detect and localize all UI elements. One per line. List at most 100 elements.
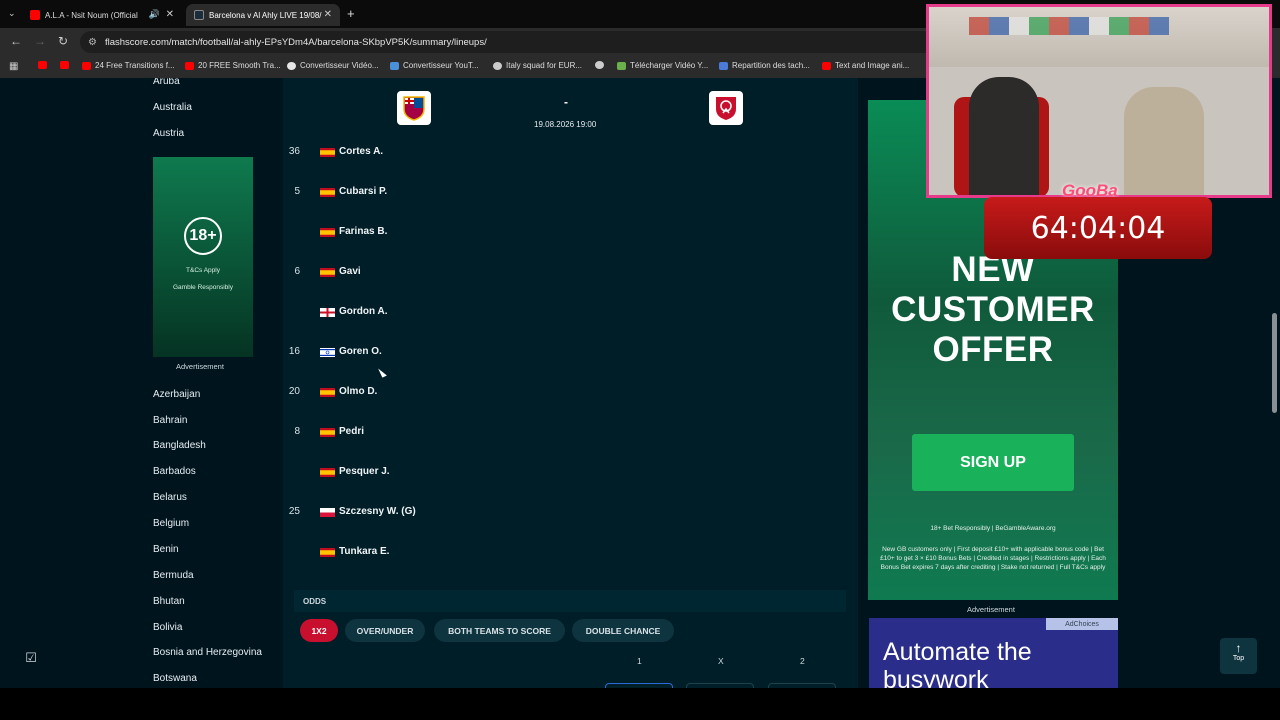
- sign-up-button[interactable]: SIGN UP: [912, 434, 1074, 491]
- country-link[interactable]: Bosnia and Herzegovina: [153, 647, 262, 658]
- apps-grid-icon[interactable]: ▦: [9, 61, 18, 72]
- speaker-icon[interactable]: 🔊: [149, 9, 160, 20]
- country-link[interactable]: Aruba: [153, 78, 180, 87]
- player-row[interactable]: Pesquer J.: [283, 462, 843, 482]
- youtube-icon: [82, 61, 91, 70]
- bookmark-item[interactable]: [60, 61, 73, 69]
- close-tab-icon[interactable]: ✕: [324, 9, 332, 20]
- odds-tab-label: OVER/UNDER: [356, 625, 414, 636]
- country-link[interactable]: Bhutan: [153, 596, 185, 607]
- player-number: 16: [288, 346, 300, 357]
- country-link[interactable]: Botswana: [153, 673, 197, 684]
- country-link[interactable]: Belgium: [153, 518, 189, 529]
- country-link[interactable]: Bangladesh: [153, 440, 206, 451]
- gamble-text: Gamble Responsibly: [173, 284, 233, 291]
- player-row[interactable]: 36 Cortes A.: [283, 142, 843, 162]
- country-link[interactable]: Bermuda: [153, 570, 194, 581]
- tab-search-chevron-icon[interactable]: ⌄: [8, 8, 16, 19]
- scroll-to-top-button[interactable]: ↑ Top: [1220, 638, 1257, 674]
- player-number: 36: [288, 146, 300, 157]
- match-lineups-panel: - 19.08.2026 19:00 36 Cortes A. 5 Cubars…: [283, 78, 858, 688]
- bookmark-item[interactable]: Convertisseur YouT...: [390, 61, 479, 70]
- player-name: Farinas B.: [339, 226, 388, 237]
- odds-tab-over-under[interactable]: OVER/UNDER: [345, 619, 425, 642]
- player-row[interactable]: Tunkara E.: [283, 542, 843, 562]
- adchoices-badge[interactable]: AdChoices: [1046, 618, 1118, 630]
- advertisement-label: Advertisement: [176, 362, 224, 371]
- player-row[interactable]: 6 Gavi: [283, 262, 843, 282]
- forward-arrow-icon[interactable]: →: [34, 34, 46, 48]
- player-number: 5: [294, 186, 300, 197]
- player-row[interactable]: 20 Olmo D.: [283, 382, 843, 402]
- player-number: 25: [288, 506, 300, 517]
- spain-flag-icon: [320, 388, 335, 397]
- scrollbar-thumb[interactable]: [1272, 313, 1277, 413]
- back-arrow-icon[interactable]: ←: [10, 34, 22, 48]
- player-row[interactable]: 16 Goren O.: [283, 342, 843, 362]
- country-link[interactable]: Barbados: [153, 466, 196, 477]
- bookmark-item[interactable]: Text and Image ani...: [822, 61, 909, 70]
- ad-text: Automate the busywork: [883, 638, 1032, 688]
- automation-ad-banner[interactable]: AdChoices Automate the busywork: [869, 618, 1118, 688]
- bookmark-label: Text and Image ani...: [835, 61, 910, 70]
- bookmark-item[interactable]: 20 FREE Smooth Tra...: [185, 61, 281, 70]
- odds-column-x: X: [718, 656, 724, 666]
- youtube-favicon-icon: [30, 10, 40, 20]
- country-link[interactable]: Bahrain: [153, 415, 187, 426]
- ad-text-line: busywork: [883, 666, 989, 688]
- tab-music[interactable]: A.L.A - Nsit Noum (Official 🔊 ✕: [22, 4, 182, 26]
- bookmark-item[interactable]: Télécharger Vidéo Y...: [617, 61, 708, 70]
- bookmark-item[interactable]: 24 Free Transitions f...: [82, 61, 175, 70]
- gamble-ad-banner[interactable]: 18+ T&Cs Apply Gamble Responsibly: [153, 157, 253, 357]
- flashscore-favicon-icon: [194, 10, 204, 20]
- bookmark-item[interactable]: [38, 61, 51, 69]
- new-tab-plus-icon[interactable]: +: [347, 6, 355, 21]
- bookmark-item[interactable]: Convertisseur Vidéo...: [287, 61, 379, 70]
- globe-icon: [595, 61, 604, 69]
- bookmark-label: 24 Free Transitions f...: [95, 61, 175, 70]
- odds-tab-double-chance[interactable]: DOUBLE CHANCE: [572, 619, 674, 642]
- bookmark-item[interactable]: Repartition des tach...: [719, 61, 810, 70]
- tab-title: Barcelona v Al Ahly LIVE 19/08/: [209, 10, 322, 20]
- country-link[interactable]: Bolivia: [153, 622, 182, 633]
- player-row[interactable]: Farinas B.: [283, 222, 843, 242]
- player-name: Gavi: [339, 266, 361, 277]
- country-link[interactable]: Australia: [153, 102, 192, 113]
- sign-up-label: SIGN UP: [960, 453, 1026, 471]
- player-row[interactable]: 25 Szczesny W. (G): [283, 502, 843, 522]
- shield-check-icon[interactable]: ☑: [20, 650, 42, 672]
- odds-header: ODDS: [294, 590, 846, 612]
- odds-column-2: 2: [800, 656, 805, 666]
- barcelona-logo-icon[interactable]: [397, 91, 431, 125]
- ad-headline-line: CUSTOMER: [891, 290, 1095, 329]
- odds-tab-label: 1X2: [311, 625, 327, 636]
- israel-flag-icon: [320, 348, 335, 357]
- tc-text: T&Cs Apply: [186, 267, 220, 274]
- odds-tab-1x2[interactable]: 1X2: [300, 619, 338, 642]
- bookmark-item[interactable]: Italy squad for EUR...: [493, 61, 582, 70]
- country-link[interactable]: Benin: [153, 544, 179, 555]
- player-name: Pesquer J.: [339, 466, 390, 477]
- country-link[interactable]: Belarus: [153, 492, 187, 503]
- country-link[interactable]: Austria: [153, 128, 184, 139]
- odds-tab-both-teams-to-score[interactable]: BOTH TEAMS TO SCORE: [434, 619, 565, 642]
- youtube-icon: [60, 61, 69, 69]
- tab-flashscore[interactable]: Barcelona v Al Ahly LIVE 19/08/ ✕: [186, 4, 340, 26]
- al-ahly-logo-icon[interactable]: [709, 91, 743, 125]
- close-tab-icon[interactable]: ✕: [166, 9, 174, 20]
- webcam-overlay: [926, 4, 1272, 198]
- bookmark-item[interactable]: [595, 61, 608, 69]
- player-row[interactable]: Gordon A.: [283, 302, 843, 322]
- bookmark-label: Italy squad for EUR...: [506, 61, 583, 70]
- ad-text-line: Automate the: [883, 638, 1032, 666]
- age-restriction-badge: 18+: [184, 217, 222, 255]
- docs-icon: [719, 61, 728, 70]
- site-info-icon[interactable]: ⚙: [88, 37, 97, 48]
- reload-icon[interactable]: ↻: [58, 34, 68, 48]
- timer-text: 64:04:04: [1030, 210, 1166, 246]
- url-text: flashscore.com/match/football/al-ahly-EP…: [104, 36, 487, 48]
- player-row[interactable]: 5 Cubarsi P.: [283, 182, 843, 202]
- spain-flag-icon: [320, 268, 335, 277]
- player-row[interactable]: 8 Pedri: [283, 422, 843, 442]
- country-link[interactable]: Azerbaijan: [153, 389, 200, 400]
